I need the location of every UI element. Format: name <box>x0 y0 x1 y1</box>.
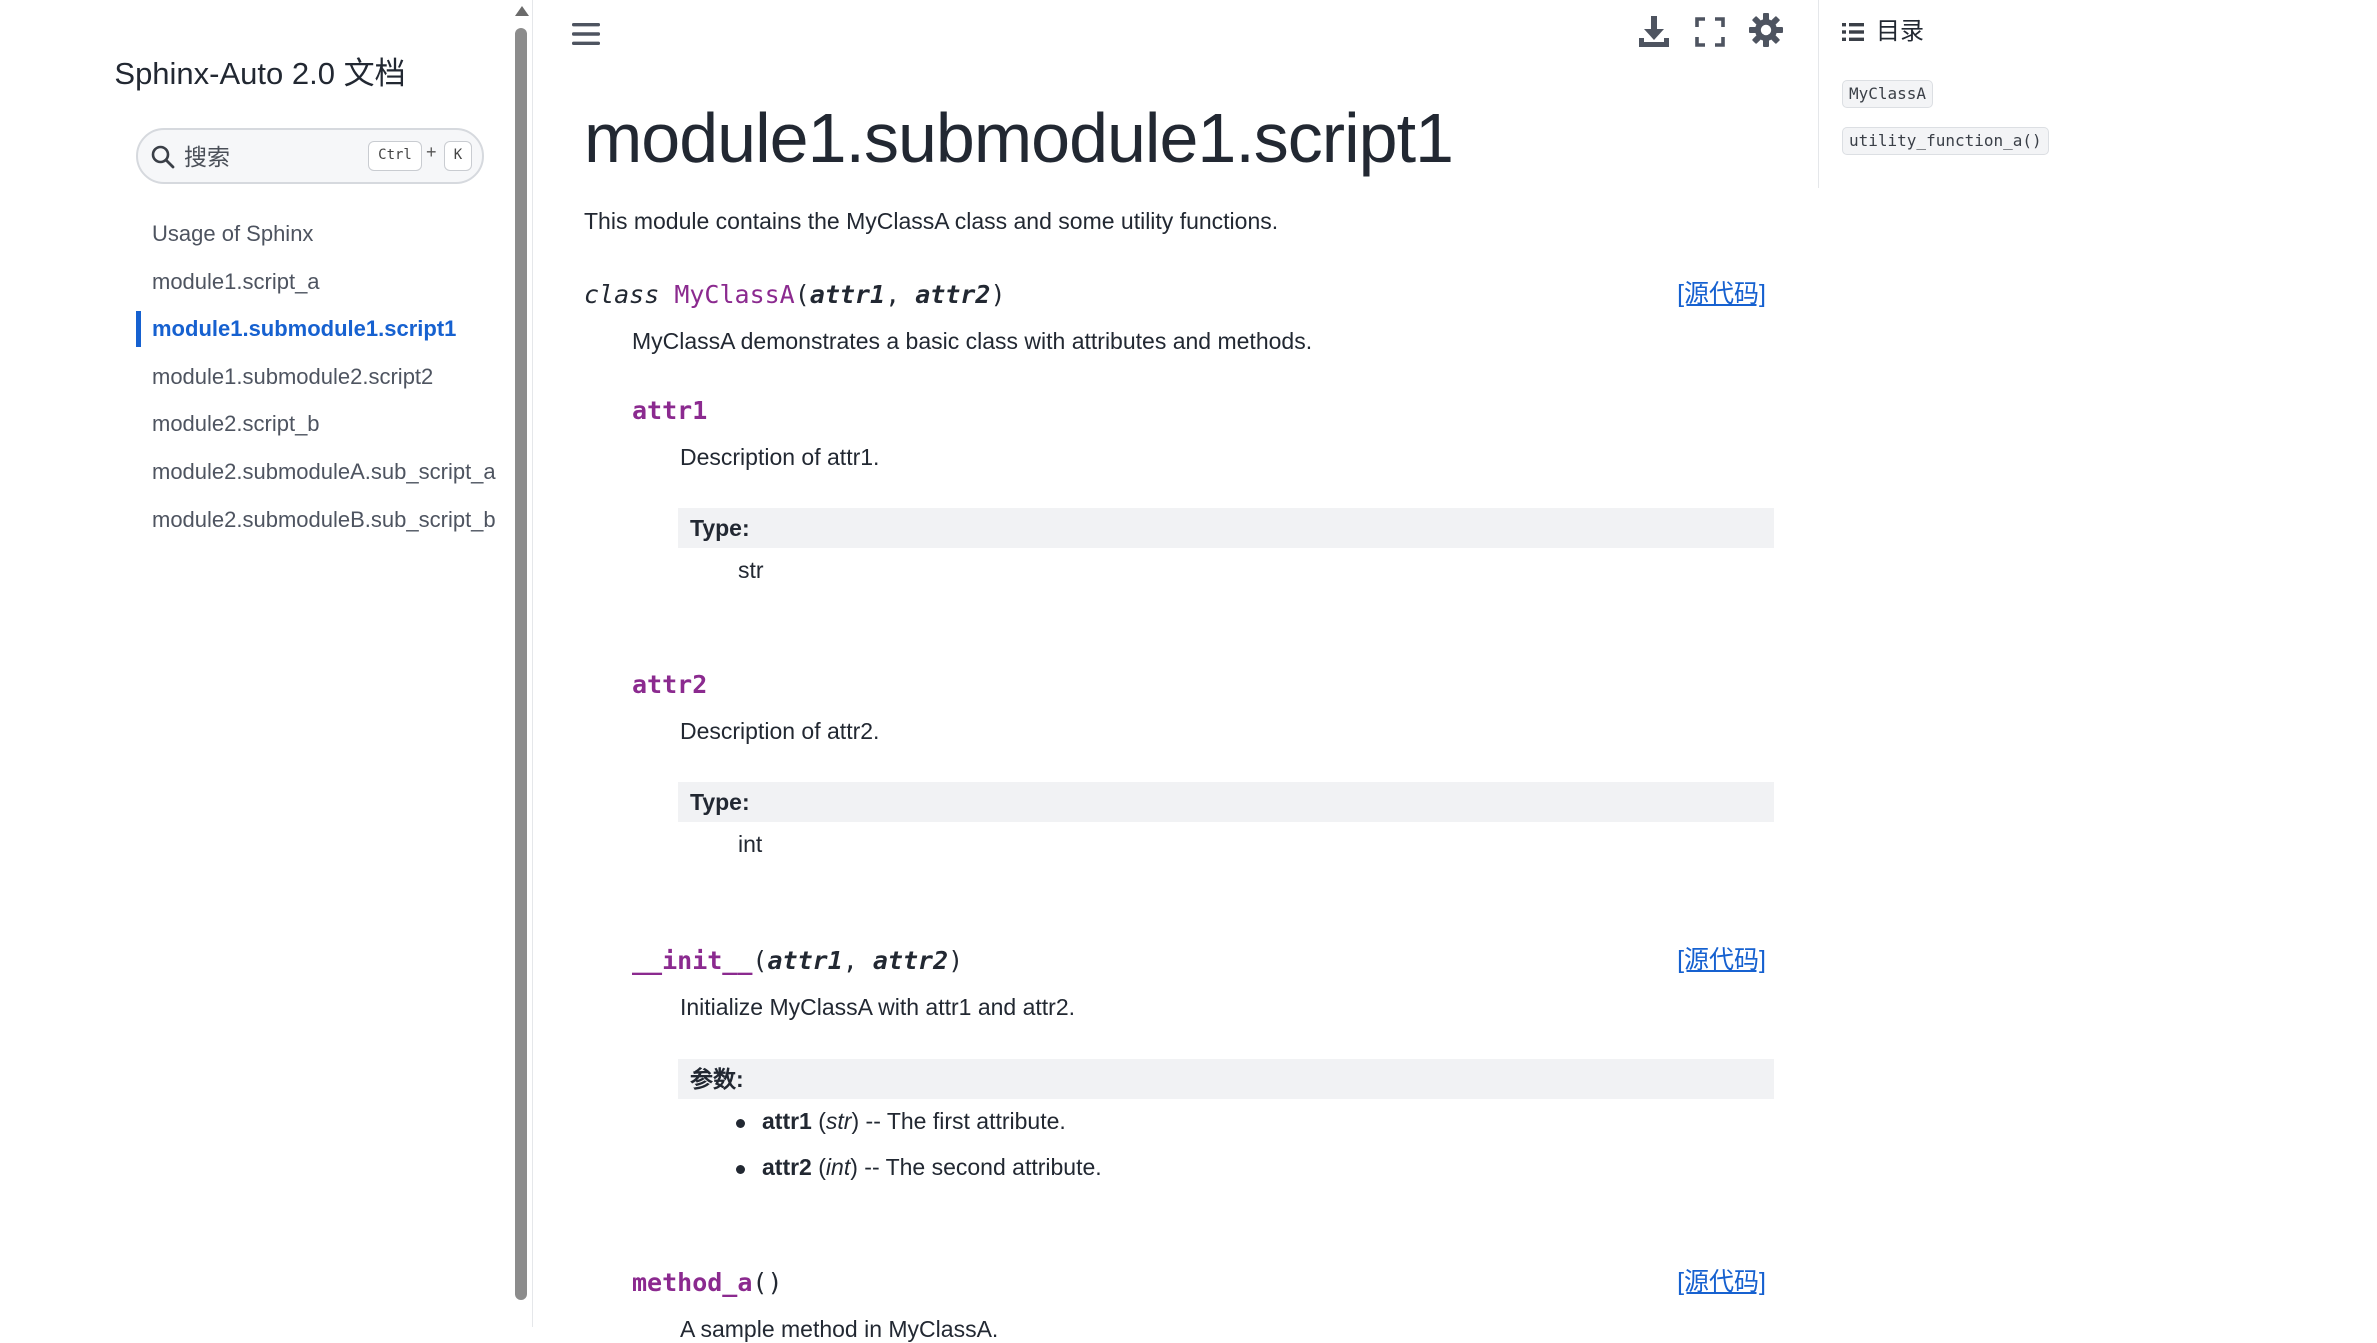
class-param-attr2: attr2 <box>915 280 991 309</box>
class-keyword: class <box>584 280 660 309</box>
list-icon <box>1842 23 1864 41</box>
param-name: attr1 <box>762 1108 812 1134</box>
param-separator: , <box>842 946 873 975</box>
search-icon <box>151 145 175 169</box>
main-content: module1.submodule1.script1 This module c… <box>584 0 1774 1342</box>
toc-item-myclassa[interactable]: MyClassA <box>1842 80 1934 108</box>
shortcut-k-key: K <box>444 141 472 171</box>
param-separator: , <box>885 280 916 309</box>
sidebar-scrollbar[interactable] <box>512 0 530 1327</box>
attr1-type-label: Type: <box>678 508 1774 548</box>
attr1-description: Description of attr1. <box>680 444 880 470</box>
sidebar-item-module1-submodule1-script1[interactable]: module1.submodule1.script1 <box>136 305 496 353</box>
scrollbar-thumb[interactable] <box>515 28 527 1300</box>
sidebar-nav: Usage of Sphinx module1.script_a module1… <box>136 210 496 543</box>
attr1-signature: attr1 <box>632 396 707 425</box>
attr2-name[interactable]: attr2 <box>632 670 707 699</box>
shortcut-ctrl-key: Ctrl <box>368 141 422 171</box>
source-link-myclassa[interactable]: [源代码] <box>1677 274 1766 310</box>
sidebar-item-module2-script-b[interactable]: module2.script_b <box>136 400 496 448</box>
sidebar-item-module2-submodulea-sub-script-a[interactable]: module2.submoduleA.sub_script_a <box>136 448 496 496</box>
attr1-type-value: str <box>738 557 764 583</box>
scroll-up-arrow[interactable] <box>515 6 529 16</box>
class-name[interactable]: MyClassA <box>674 280 794 309</box>
page-title: module1.submodule1.script1 <box>584 99 1454 177</box>
toc-title: 目录 <box>1876 18 1924 45</box>
method-a-signature: method_a() <box>632 1268 783 1297</box>
method-a-name[interactable]: method_a <box>632 1268 752 1297</box>
shortcut-plus: + <box>426 142 437 162</box>
sidebar-item-module1-submodule2-script2[interactable]: module1.submodule2.script2 <box>136 353 496 401</box>
param-list-item: attr1 (str) -- The first attribute. <box>736 1108 1066 1134</box>
attr2-signature: attr2 <box>632 670 707 699</box>
attr2-description: Description of attr2. <box>680 718 880 744</box>
toc-item-utility-function-a[interactable]: utility_function_a() <box>1842 127 2049 155</box>
source-link-init[interactable]: [源代码] <box>1677 940 1766 976</box>
paren-open: ( <box>752 946 768 975</box>
class-signature: class MyClassA(attr1, attr2) <box>584 280 1006 309</box>
left-sidebar: Sphinx-Auto 2.0 文档 Ctrl + K Usage of Sph… <box>0 0 529 1327</box>
method-a-description: A sample method in MyClassA. <box>680 1316 999 1342</box>
class-description: MyClassA demonstrates a basic class with… <box>632 328 1313 354</box>
method-a-parens: () <box>752 1268 783 1297</box>
init-name[interactable]: __init__ <box>632 946 752 975</box>
param-type: int <box>825 1154 851 1180</box>
paren-close: ) <box>948 946 964 975</box>
param-name: attr2 <box>762 1154 812 1180</box>
attr2-type-label: Type: <box>678 782 1774 822</box>
source-link-method-a[interactable]: [源代码] <box>1677 1262 1766 1298</box>
sidebar-item-usage-of-sphinx[interactable]: Usage of Sphinx <box>136 210 496 258</box>
param-type: str <box>825 1108 852 1134</box>
sidebar-divider <box>532 0 533 1327</box>
attr2-type-value: int <box>738 831 763 857</box>
toc-divider <box>1818 0 1819 188</box>
init-signature: __init__(attr1, attr2) <box>632 946 963 975</box>
init-param-attr2: attr2 <box>872 946 949 975</box>
param-desc: -- The second attribute. <box>857 1154 1102 1180</box>
search-input[interactable] <box>182 138 356 176</box>
init-param-attr1: attr1 <box>767 946 843 975</box>
sidebar-item-module2-submoduleb-sub-script-b[interactable]: module2.submoduleB.sub_script_b <box>136 496 496 544</box>
site-title[interactable]: Sphinx-Auto 2.0 文档 <box>0 48 520 93</box>
paren-close: ) <box>990 280 1006 309</box>
paren-open: ( <box>794 280 810 309</box>
sidebar-item-module1-script-a[interactable]: module1.script_a <box>136 258 496 306</box>
init-params-label: 参数: <box>678 1059 1774 1099</box>
search-box[interactable]: Ctrl + K <box>136 128 484 184</box>
module-intro: This module contains the MyClassA class … <box>584 208 1279 234</box>
init-description: Initialize MyClassA with attr1 and attr2… <box>680 994 1075 1020</box>
param-list-item: attr2 (int) -- The second attribute. <box>736 1154 1102 1180</box>
class-param-attr1: attr1 <box>809 280 886 309</box>
param-desc: -- The first attribute. <box>859 1108 1066 1134</box>
attr1-name[interactable]: attr1 <box>632 396 707 425</box>
